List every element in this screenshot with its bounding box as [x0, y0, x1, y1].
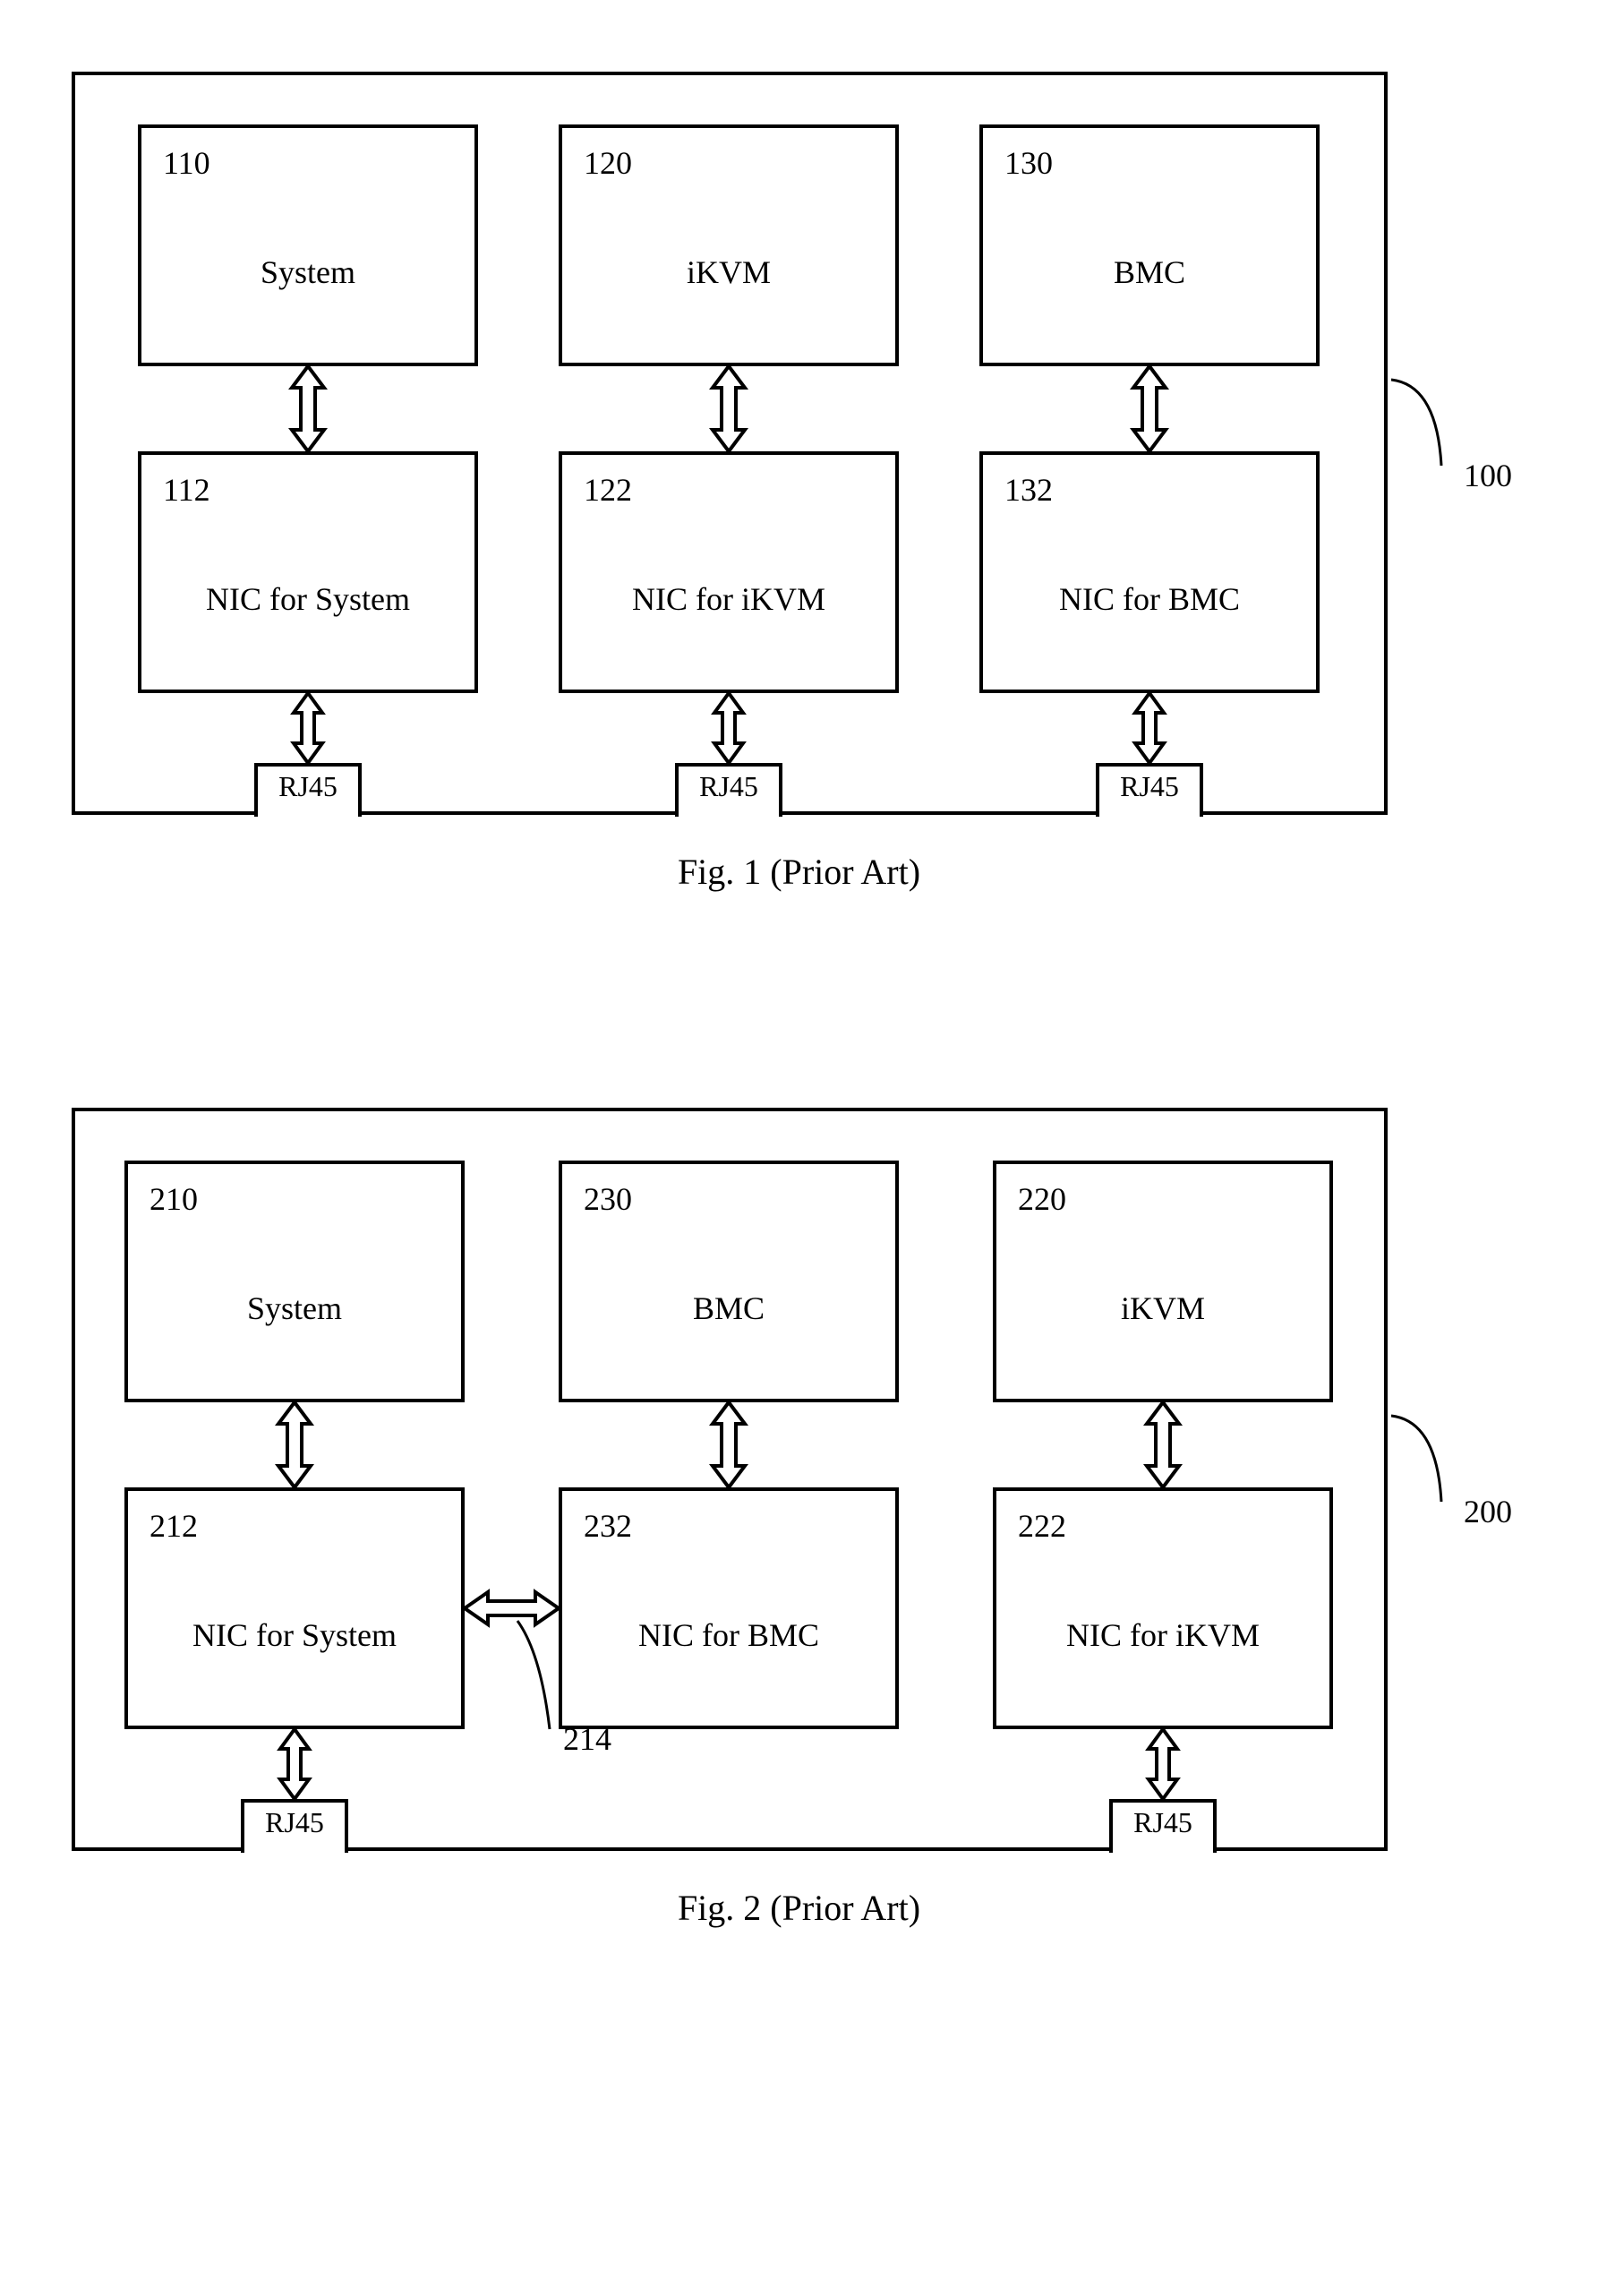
double-arrow-icon: [1124, 693, 1175, 763]
box-120: 120 iKVM: [559, 124, 899, 366]
box-130-num: 130: [1004, 144, 1053, 182]
fig2-side-ref-text: 214: [563, 1721, 611, 1757]
figure-2: 210 System 230 BMC 220 iKVM 212 NIC for …: [72, 1108, 1526, 1929]
box-222-label: NIC for iKVM: [996, 1616, 1329, 1654]
box-230-label: BMC: [562, 1289, 895, 1327]
box-112-num: 112: [163, 471, 210, 509]
figure-1: 110 System 120 iKVM 130 BMC 112 NIC for …: [72, 72, 1526, 893]
double-arrow-icon: [281, 366, 335, 451]
box-132: 132 NIC for BMC: [979, 451, 1320, 693]
rj45-label: RJ45: [265, 1806, 324, 1838]
box-210: 210 System: [124, 1161, 465, 1402]
fig2-caption: Fig. 2 (Prior Art): [72, 1887, 1526, 1929]
box-230: 230 BMC: [559, 1161, 899, 1402]
box-212-label: NIC for System: [128, 1616, 461, 1654]
box-112-label: NIC for System: [141, 580, 474, 618]
box-220: 220 iKVM: [993, 1161, 1333, 1402]
box-210-num: 210: [150, 1180, 198, 1218]
rj45-label: RJ45: [1120, 770, 1179, 802]
box-122: 122 NIC for iKVM: [559, 451, 899, 693]
rj45-port: RJ45: [1109, 1799, 1217, 1853]
rj45-port: RJ45: [254, 763, 362, 817]
box-110-label: System: [141, 253, 474, 291]
rj45-port: RJ45: [1096, 763, 1203, 817]
fig2-side-ref: 214: [563, 1720, 611, 1758]
box-232: 232 NIC for BMC: [559, 1487, 899, 1729]
fig2-board: 210 System 230 BMC 220 iKVM 212 NIC for …: [72, 1108, 1388, 1851]
double-arrow-icon: [268, 1402, 321, 1487]
fig1-ref-text: 100: [1464, 458, 1512, 493]
box-130: 130 BMC: [979, 124, 1320, 366]
box-222-num: 222: [1018, 1507, 1066, 1545]
double-arrow-icon: [283, 693, 333, 763]
leader-curve-icon: [514, 1617, 568, 1734]
box-212: 212 NIC for System: [124, 1487, 465, 1729]
box-120-label: iKVM: [562, 253, 895, 291]
double-arrow-icon: [702, 366, 756, 451]
box-232-label: NIC for BMC: [562, 1616, 895, 1654]
box-120-num: 120: [584, 144, 632, 182]
rj45-port: RJ45: [675, 763, 782, 817]
fig1-caption: Fig. 1 (Prior Art): [72, 851, 1526, 893]
box-232-num: 232: [584, 1507, 632, 1545]
rj45-port: RJ45: [241, 1799, 348, 1853]
box-210-label: System: [128, 1289, 461, 1327]
box-132-num: 132: [1004, 471, 1053, 509]
box-220-label: iKVM: [996, 1289, 1329, 1327]
fig2-ref-text: 200: [1464, 1494, 1512, 1529]
box-110-num: 110: [163, 144, 210, 182]
box-110: 110 System: [138, 124, 478, 366]
box-122-label: NIC for iKVM: [562, 580, 895, 618]
box-132-label: NIC for BMC: [983, 580, 1316, 618]
double-arrow-icon: [1123, 366, 1176, 451]
box-130-label: BMC: [983, 253, 1316, 291]
box-230-num: 230: [584, 1180, 632, 1218]
leader-curve-icon: [1388, 1412, 1468, 1511]
leader-curve-icon: [1388, 376, 1468, 475]
box-112: 112 NIC for System: [138, 451, 478, 693]
fig2-ref: 200: [1464, 1493, 1512, 1530]
double-arrow-icon: [1138, 1729, 1188, 1799]
fig1-ref: 100: [1464, 457, 1512, 494]
double-arrow-icon: [704, 693, 754, 763]
double-arrow-icon: [702, 1402, 756, 1487]
fig1-board: 110 System 120 iKVM 130 BMC 112 NIC for …: [72, 72, 1388, 815]
box-222: 222 NIC for iKVM: [993, 1487, 1333, 1729]
box-212-num: 212: [150, 1507, 198, 1545]
rj45-label: RJ45: [699, 770, 758, 802]
box-122-num: 122: [584, 471, 632, 509]
rj45-label: RJ45: [278, 770, 338, 802]
double-arrow-icon: [269, 1729, 320, 1799]
box-220-num: 220: [1018, 1180, 1066, 1218]
double-arrow-icon: [1136, 1402, 1190, 1487]
rj45-label: RJ45: [1133, 1806, 1192, 1838]
